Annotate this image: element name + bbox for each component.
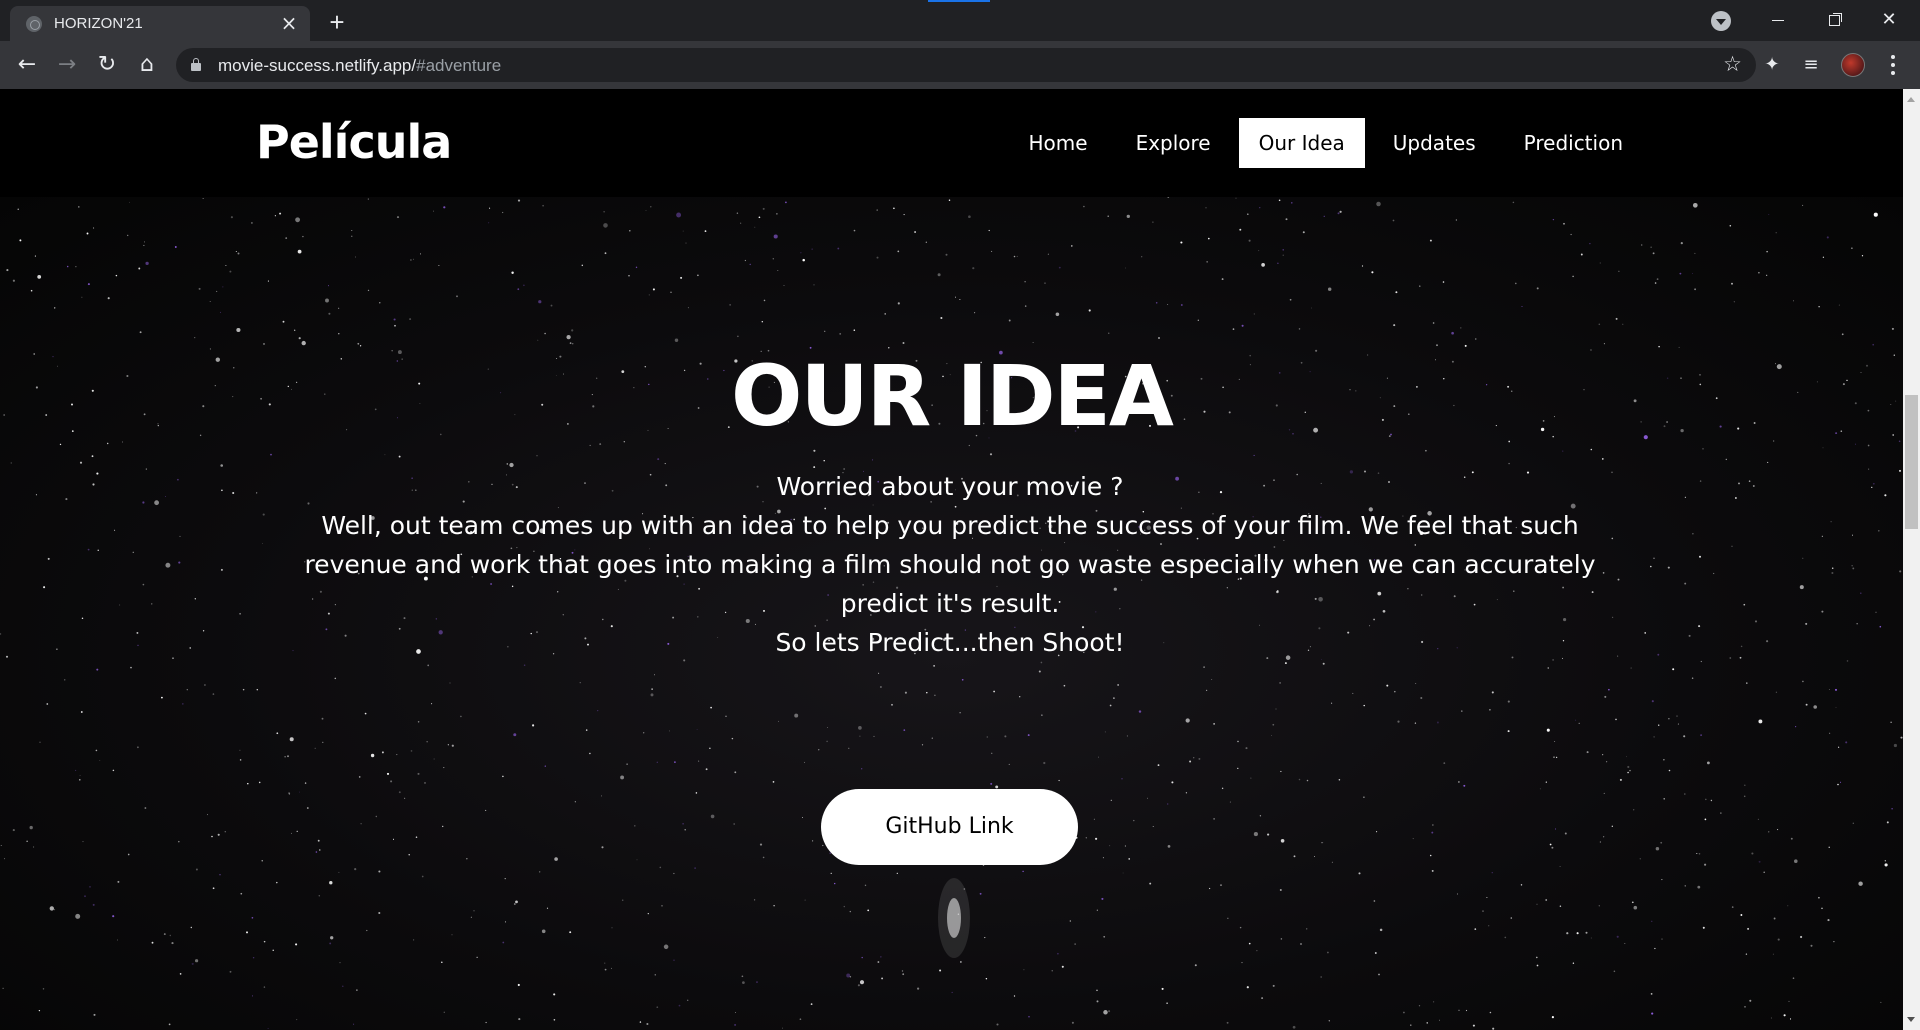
url-hash: #adventure — [416, 56, 502, 75]
intro-question: Worried about your movie ? — [776, 472, 1124, 501]
browser-tab[interactable]: HORIZON'21 × — [10, 6, 310, 41]
address-bar[interactable]: movie-success.netlify.app/#adventure ☆ — [176, 48, 1756, 82]
lock-icon[interactable] — [191, 58, 201, 71]
bookmark-star-icon[interactable]: ☆ — [1723, 52, 1742, 76]
site-header: Película Home Explore Our Idea Updates P… — [0, 89, 1903, 197]
scrollbar-thumb[interactable] — [1905, 395, 1918, 529]
our-idea-section: OUR IDEA Worried about your movie ? Well… — [0, 197, 1903, 1030]
github-link-button[interactable]: GitHub Link — [821, 789, 1078, 865]
close-tab-icon[interactable]: × — [278, 12, 300, 34]
extensions-icon[interactable]: ✦ — [1760, 53, 1784, 77]
page-scrollbar[interactable] — [1903, 89, 1920, 1030]
tab-title: HORIZON'21 — [54, 15, 143, 32]
nav-home[interactable]: Home — [1009, 118, 1108, 168]
section-description: Worried about your movie ? Well, out tea… — [275, 467, 1625, 662]
minimize-icon — [1772, 19, 1784, 21]
restore-icon — [1828, 14, 1840, 26]
close-window-button[interactable]: ✕ — [1866, 0, 1912, 40]
globe-icon — [26, 16, 42, 32]
browser-toolbar: ← → ↻ ⌂ movie-success.netlify.app/#adven… — [0, 41, 1920, 89]
url-text[interactable]: movie-success.netlify.app/#adventure — [218, 56, 501, 76]
new-tab-button[interactable]: + — [322, 8, 352, 38]
nav-explore[interactable]: Explore — [1116, 118, 1231, 168]
scroll-up-arrow[interactable] — [1907, 97, 1915, 102]
more-menu-icon[interactable] — [1888, 53, 1898, 77]
media-control-icon[interactable]: ≡ — [1799, 53, 1823, 77]
minimize-button[interactable] — [1755, 0, 1801, 40]
url-host: movie-success.netlify.app/ — [218, 56, 417, 75]
scroll-down-arrow[interactable] — [1907, 1017, 1915, 1022]
intro-tagline: So lets Predict...then Shoot! — [775, 628, 1125, 657]
profile-avatar[interactable] — [1841, 53, 1865, 77]
tab-search-icon[interactable] — [1711, 11, 1731, 31]
nav-prediction[interactable]: Prediction — [1504, 118, 1643, 168]
nav-our-idea[interactable]: Our Idea — [1238, 118, 1365, 168]
main-nav: Home Explore Our Idea Updates Prediction — [1009, 118, 1644, 168]
tab-strip-indicator — [928, 0, 990, 2]
nav-updates[interactable]: Updates — [1373, 118, 1496, 168]
site-logo[interactable]: Película — [256, 115, 452, 169]
section-title: OUR IDEA — [731, 347, 1174, 445]
reload-button[interactable]: ↻ — [92, 50, 122, 80]
page-viewport: Película Home Explore Our Idea Updates P… — [0, 89, 1903, 1030]
forward-button[interactable]: → — [52, 50, 82, 80]
restore-button[interactable] — [1811, 0, 1857, 40]
home-button[interactable]: ⌂ — [132, 50, 162, 80]
back-button[interactable]: ← — [12, 50, 42, 80]
browser-tab-strip: HORIZON'21 × + ✕ — [0, 0, 1920, 41]
intro-paragraph: Well, out team comes up with an idea to … — [304, 511, 1596, 618]
